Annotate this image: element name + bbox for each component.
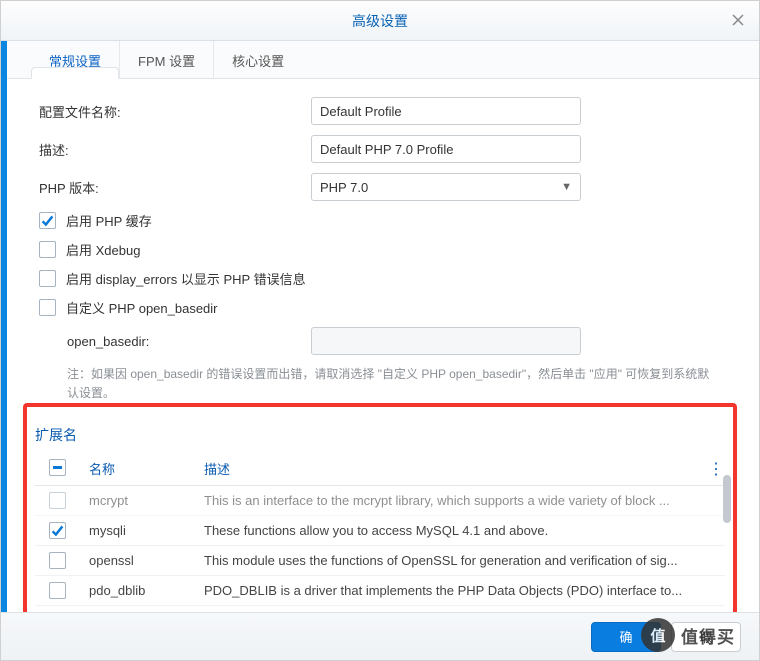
input-open-basedir[interactable] [311,327,581,355]
tab-general[interactable]: 常规设置 [31,41,120,78]
checkbox-open-basedir[interactable] [39,299,56,316]
ext-desc: These functions allow you to access MySQ… [204,523,725,538]
select-php-version-value: PHP 7.0 [320,180,368,195]
checkbox-ext-pdo-dblib[interactable] [49,582,66,599]
label-php-version: PHP 版本: [39,178,311,197]
ext-desc: This module uses the functions of OpenSS… [204,553,725,568]
row-enable-cache: 启用 PHP 缓存 [39,211,721,230]
row-description: 描述: [39,135,721,163]
label-open-basedir: 自定义 PHP open_basedir [66,298,218,317]
table-row: pdo_dblib PDO_DBLIB is a driver that imp… [35,576,725,606]
header-desc[interactable]: 描述 [204,459,707,479]
dialog-window: 高级设置 常规设置 FPM 设置 核心设置 配置文件名称: 描述: PHP 版本… [0,0,760,661]
label-display-errors: 启用 display_errors 以显示 PHP 错误信息 [66,269,306,288]
scrollbar-thumb[interactable] [723,475,731,523]
titlebar: 高级设置 [1,1,759,41]
row-profile-name: 配置文件名称: [39,97,721,125]
label-open-basedir-field: open_basedir: [67,334,311,349]
checkbox-ext-mysqli[interactable] [49,522,66,539]
ext-name: pdo_dblib [89,583,204,598]
label-profile-name: 配置文件名称: [39,102,311,121]
extensions-table: 名称 描述 ⋮ mcrypt This is an interface to t… [35,453,725,636]
table-header: 名称 描述 ⋮ [35,453,725,486]
table-row: mcrypt This is an interface to the mcryp… [35,486,725,516]
select-php-version[interactable]: PHP 7.0 ▼ [311,173,581,201]
row-display-errors: 启用 display_errors 以显示 PHP 错误信息 [39,269,721,288]
ok-button[interactable]: 确 [591,622,661,652]
chevron-down-icon: ▼ [561,181,572,193]
cancel-button[interactable]: 取 [671,622,741,652]
ext-name: mcrypt [89,493,204,508]
checkbox-enable-xdebug[interactable] [39,241,56,258]
checkbox-ext-mcrypt[interactable] [49,492,66,509]
open-basedir-note: 注：如果因 open_basedir 的错误设置而出错，请取消选择 "自定义 P… [39,365,721,403]
row-enable-xdebug: 启用 Xdebug [39,240,721,259]
row-open-basedir-input: open_basedir: [39,327,721,355]
table-row: openssl This module uses the functions o… [35,546,725,576]
ext-desc: PDO_DBLIB is a driver that implements th… [204,583,725,598]
header-checkbox-cell [35,459,89,479]
checkbox-enable-cache[interactable] [39,212,56,229]
input-description[interactable] [311,135,581,163]
tabs: 常规设置 FPM 设置 核心设置 [1,41,759,79]
extensions-title: 扩展名 [35,425,725,445]
label-description: 描述: [39,140,311,159]
input-profile-name[interactable] [311,97,581,125]
label-enable-xdebug: 启用 Xdebug [66,240,140,259]
checkbox-select-all[interactable] [49,459,66,476]
checkbox-ext-openssl[interactable] [49,552,66,569]
content-area: 配置文件名称: 描述: PHP 版本: PHP 7.0 ▼ 启用 PHP 缓存 … [1,79,759,403]
ext-name: mysqli [89,523,204,538]
close-icon[interactable] [729,11,747,29]
left-accent-bar [1,1,7,660]
label-enable-cache: 启用 PHP 缓存 [66,211,152,230]
tab-fpm[interactable]: FPM 设置 [120,41,214,78]
dialog-title: 高级设置 [352,11,408,31]
ext-desc: This is an interface to the mcrypt libra… [204,493,725,508]
table-row: mysqli These functions allow you to acce… [35,516,725,546]
ext-name: openssl [89,553,204,568]
dialog-footer: 确 取 [1,612,759,660]
checkbox-display-errors[interactable] [39,270,56,287]
row-php-version: PHP 版本: PHP 7.0 ▼ [39,173,721,201]
header-name[interactable]: 名称 [89,459,204,479]
header-menu-icon[interactable]: ⋮ [707,459,725,479]
row-open-basedir: 自定义 PHP open_basedir [39,298,721,317]
tab-core[interactable]: 核心设置 [214,41,302,78]
